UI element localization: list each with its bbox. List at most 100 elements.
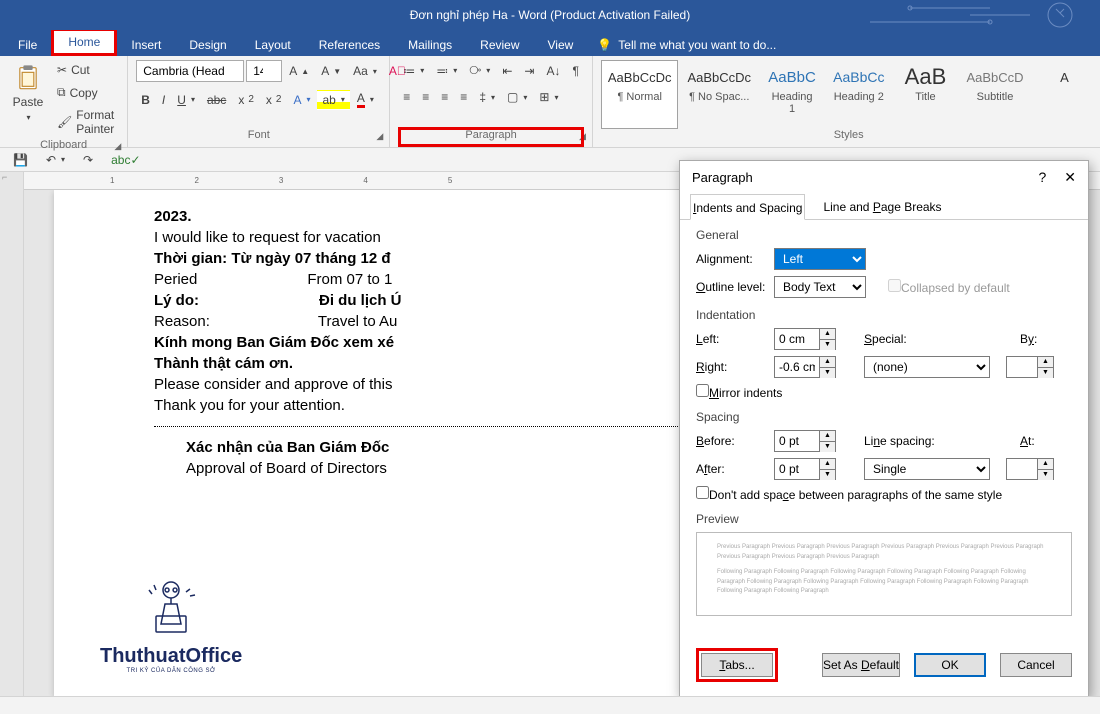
change-case-button[interactable]: Aa▾: [348, 61, 382, 81]
align-left-button[interactable]: ≡: [398, 87, 415, 107]
style-more[interactable]: A: [1033, 60, 1097, 129]
align-center-button[interactable]: ≡: [417, 87, 434, 107]
doc-line: Xác nhận của Ban Giám Đốc: [154, 437, 734, 458]
multilevel-list-button[interactable]: ⧂▾: [464, 60, 495, 81]
subscript-button[interactable]: x2: [233, 90, 259, 110]
group-styles: AaBbCcDc¶ Normal AaBbCcDc¶ No Spac... Aa…: [593, 56, 1100, 147]
doc-line: Thời gian: Từ ngày 07 tháng 12 đ: [154, 248, 734, 269]
bold-button[interactable]: B: [136, 90, 155, 110]
superscript-button[interactable]: x2: [261, 90, 287, 110]
justify-button[interactable]: ≡: [455, 87, 472, 107]
close-button[interactable]: ✕: [1064, 169, 1076, 186]
tab-file[interactable]: File: [4, 34, 51, 56]
scissors-icon: ✂: [57, 63, 67, 77]
tab-references[interactable]: References: [305, 34, 394, 56]
cancel-button[interactable]: Cancel: [1000, 653, 1072, 677]
bullets-button[interactable]: ≔▾: [398, 61, 429, 81]
italic-button[interactable]: I: [157, 90, 170, 110]
alignment-select[interactable]: Left: [774, 248, 866, 270]
special-select[interactable]: (none): [864, 356, 990, 378]
tab-layout[interactable]: Layout: [241, 34, 305, 56]
tab-design[interactable]: Design: [175, 34, 240, 56]
paste-button[interactable]: Paste ▾: [8, 60, 48, 139]
strikethrough-button[interactable]: abc: [202, 90, 231, 110]
font-size-input[interactable]: [246, 60, 282, 82]
tab-view[interactable]: View: [534, 34, 588, 56]
shrink-font-button[interactable]: A▼: [316, 61, 346, 81]
decrease-indent-button[interactable]: ⇤: [497, 61, 517, 81]
dont-add-space-checkbox[interactable]: Don't add space between paragraphs of th…: [696, 486, 1002, 502]
before-label: Before:: [696, 434, 768, 448]
paragraph-launcher[interactable]: ◢: [579, 131, 586, 142]
tab-insert[interactable]: Insert: [117, 34, 175, 56]
group-paragraph: ≔▾ ≕▾ ⧂▾ ⇤ ⇥ A↓ ¶ ≡ ≡ ≡ ≡ ‡▾ ▢▾ ⊞▾ Parag…: [390, 56, 593, 147]
tab-line-page-breaks[interactable]: Line and Page Breaks: [821, 194, 943, 219]
ok-button[interactable]: OK: [914, 653, 986, 677]
doc-line: Thành thật cám ơn.: [154, 353, 734, 374]
tell-me[interactable]: 💡 Tell me what you want to do...: [587, 34, 786, 56]
by-spinner[interactable]: ▲▼: [1006, 356, 1054, 378]
line-spacing-button[interactable]: ‡▾: [474, 87, 500, 107]
section-spacing: Spacing Before: ▲▼ Line spacing: At: Aft…: [696, 410, 1072, 502]
copy-button[interactable]: ⧉Copy: [52, 82, 119, 103]
tabs-button[interactable]: Tabs...: [701, 653, 773, 677]
tab-mailings[interactable]: Mailings: [394, 34, 466, 56]
menu-tabs: File Home Insert Design Layout Reference…: [0, 30, 1100, 56]
style-normal[interactable]: AaBbCcDc¶ Normal: [601, 60, 679, 129]
undo-button[interactable]: ↶▾: [41, 150, 70, 170]
cut-button[interactable]: ✂Cut: [52, 60, 119, 80]
numbering-button[interactable]: ≕▾: [431, 61, 462, 81]
paragraph-dialog: Paragraph ? ✕ Indents and Spacing Line a…: [679, 160, 1089, 697]
after-spinner[interactable]: ▲▼: [774, 458, 836, 480]
tab-review[interactable]: Review: [466, 34, 533, 56]
borders-button[interactable]: ⊞▾: [534, 87, 563, 107]
font-color-button[interactable]: A▾: [352, 88, 379, 111]
style-no-spacing[interactable]: AaBbCcDc¶ No Spac...: [680, 60, 758, 129]
align-right-button[interactable]: ≡: [436, 87, 453, 107]
font-launcher[interactable]: ◢: [376, 131, 383, 142]
before-spinner[interactable]: ▲▼: [774, 430, 836, 452]
style-title[interactable]: AaBTitle: [893, 60, 957, 129]
text-effects-button[interactable]: A▾: [288, 90, 315, 110]
doc-line: Reason:Travel to Au: [154, 311, 734, 332]
special-label: Special:: [864, 332, 924, 346]
help-button[interactable]: ?: [1038, 169, 1046, 186]
at-label: At:: [1020, 434, 1035, 448]
set-as-default-button[interactable]: Set As Default: [822, 653, 900, 677]
at-spinner[interactable]: ▲▼: [1006, 458, 1054, 480]
doc-line: I would like to request for vacation: [154, 227, 734, 248]
style-heading1[interactable]: AaBbCHeading 1: [760, 60, 824, 129]
line-spacing-label: Line spacing:: [864, 434, 944, 448]
mirror-indents-checkbox[interactable]: Mirror indents: [696, 384, 782, 400]
style-heading2[interactable]: AaBbCcHeading 2: [826, 60, 891, 129]
underline-button[interactable]: U▾: [172, 90, 200, 110]
tab-indents-spacing[interactable]: Indents and Spacing: [690, 194, 805, 220]
indent-left-spinner[interactable]: ▲▼: [774, 328, 836, 350]
shading-button[interactable]: ▢▾: [502, 87, 532, 107]
grow-font-button[interactable]: A▲: [284, 61, 314, 81]
sort-button[interactable]: A↓: [541, 61, 565, 81]
line-spacing-select[interactable]: Single: [864, 458, 990, 480]
spellcheck-icon[interactable]: abc✓: [106, 150, 145, 170]
show-marks-button[interactable]: ¶: [567, 61, 583, 81]
save-icon[interactable]: 💾: [8, 150, 33, 170]
brush-icon: 🖌: [57, 115, 72, 129]
redo-button[interactable]: ↷: [78, 150, 98, 170]
alignment-label: Alignment:: [696, 252, 768, 266]
section-general: General Alignment: Left Outline level: B…: [696, 228, 1072, 298]
clipboard-launcher[interactable]: ◢: [114, 141, 121, 152]
clipboard-label: Clipboard◢: [8, 139, 119, 151]
dotted-divider: [154, 426, 734, 427]
tab-home[interactable]: Home: [51, 28, 117, 56]
indent-right-spinner[interactable]: ▲▼: [774, 356, 836, 378]
outline-select[interactable]: Body Text: [774, 276, 866, 298]
format-painter-button[interactable]: 🖌Format Painter: [52, 105, 119, 139]
paragraph-label: Paragraph ◢: [398, 129, 584, 145]
doc-line: Approval of Board of Directors: [154, 458, 734, 479]
increase-indent-button[interactable]: ⇥: [519, 61, 539, 81]
font-name-input[interactable]: [136, 60, 244, 82]
group-clipboard: Paste ▾ ✂Cut ⧉Copy 🖌Format Painter Clipb…: [0, 56, 128, 147]
highlight-button[interactable]: ab▾: [317, 90, 349, 110]
ribbon: Paste ▾ ✂Cut ⧉Copy 🖌Format Painter Clipb…: [0, 56, 1100, 148]
style-subtitle[interactable]: AaBbCcDSubtitle: [959, 60, 1030, 129]
